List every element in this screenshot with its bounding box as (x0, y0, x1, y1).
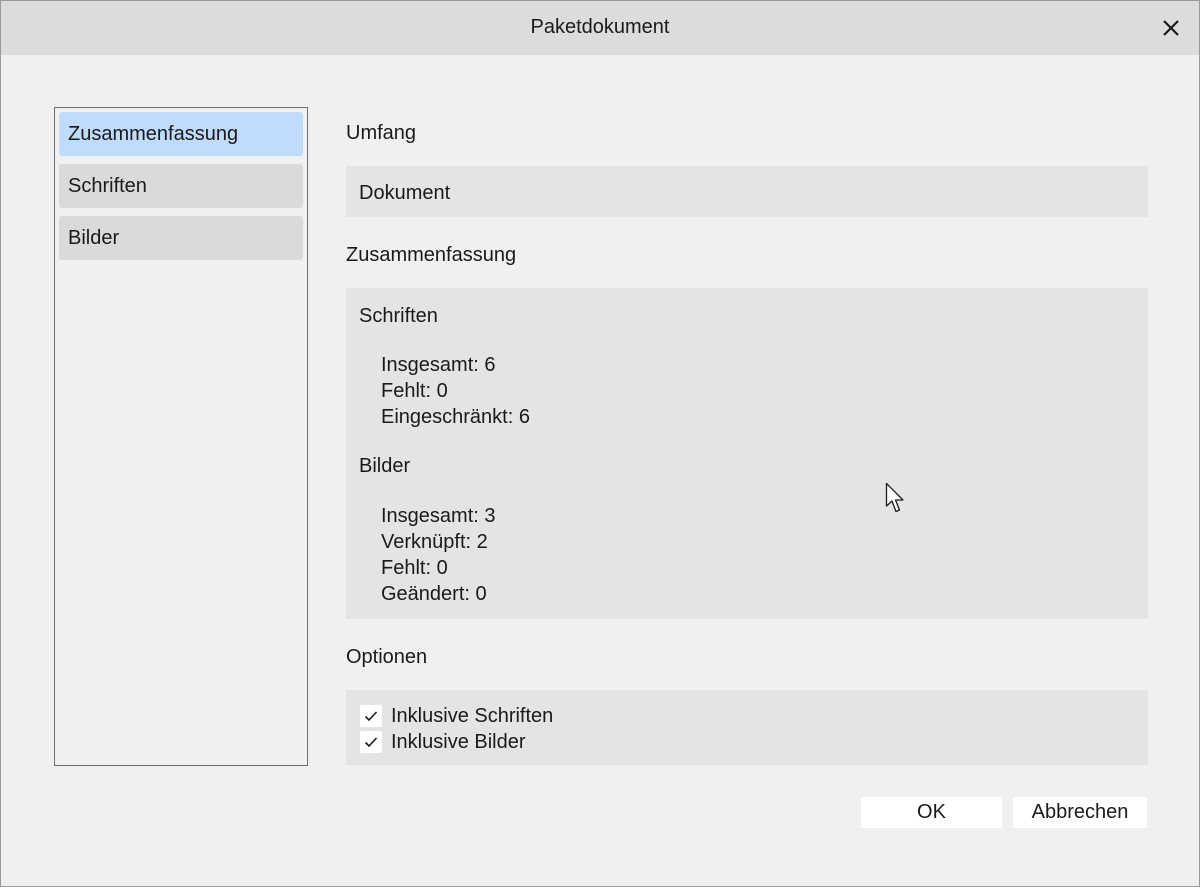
dialog-title: Paketdokument (530, 16, 670, 38)
sidebar-item-summary[interactable]: Zusammenfassung (59, 112, 303, 156)
scope-heading: Umfang (346, 122, 417, 144)
mouse-pointer-icon (885, 482, 904, 513)
package-document-dialog: Paketdokument Zusammenfassung Schriften … (0, 0, 1200, 887)
images-missing: Fehlt: 0 (381, 557, 448, 579)
cancel-button[interactable]: Abbrechen (1013, 797, 1147, 828)
scope-panel: Dokument (346, 166, 1148, 217)
ok-button[interactable]: OK (861, 797, 1002, 828)
images-modified: Geändert: 0 (381, 583, 487, 605)
images-linked: Verknüpft: 2 (381, 531, 488, 553)
checkmark-icon (364, 737, 378, 748)
scope-value: Dokument (359, 182, 451, 204)
include-fonts-checkbox[interactable] (360, 705, 382, 727)
fonts-restricted: Eingeschränkt: 6 (381, 406, 530, 428)
options-heading: Optionen (346, 646, 428, 668)
summary-heading: Zusammenfassung (346, 244, 517, 266)
fonts-subheading: Schriften (359, 305, 438, 327)
summary-panel: Schriften Insgesamt: 6 Fehlt: 0 Eingesch… (346, 288, 1148, 619)
images-subheading: Bilder (359, 455, 411, 477)
category-sidebar: Zusammenfassung Schriften Bilder (54, 107, 308, 766)
close-icon (1163, 20, 1179, 36)
sidebar-item-fonts[interactable]: Schriften (59, 164, 303, 208)
fonts-missing: Fehlt: 0 (381, 380, 448, 402)
checkmark-icon (364, 711, 378, 722)
fonts-total: Insgesamt: 6 (381, 354, 496, 376)
options-panel: Inklusive Schriften Inklusive Bilder (346, 690, 1148, 765)
sidebar-item-images[interactable]: Bilder (59, 216, 303, 260)
close-button[interactable] (1143, 1, 1199, 55)
include-images-checkbox[interactable] (360, 731, 382, 753)
include-images-label[interactable]: Inklusive Bilder (391, 731, 526, 754)
images-total: Insgesamt: 3 (381, 505, 496, 527)
include-fonts-label[interactable]: Inklusive Schriften (391, 705, 553, 728)
title-bar: Paketdokument (1, 1, 1199, 55)
